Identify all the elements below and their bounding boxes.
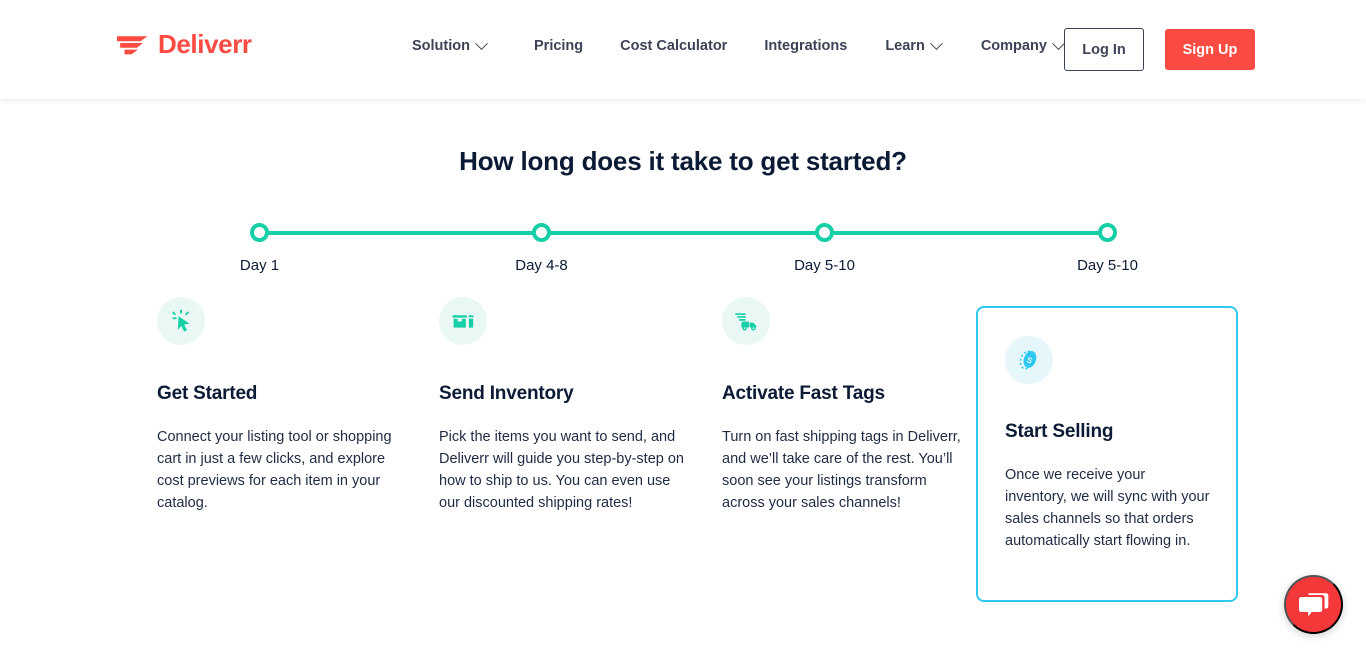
nav-item-company[interactable]: Company (980, 36, 1065, 54)
nav-item-integrations[interactable]: Integrations (764, 38, 847, 54)
timeline-node-2[interactable] (532, 223, 551, 242)
page-title: How long does it take to get started? (459, 146, 907, 176)
nav-label: Solution (412, 38, 470, 54)
timeline-label-3: Day 5-10 (794, 257, 855, 274)
card-title: Get Started (157, 383, 258, 404)
card-text: Once we receive your inventory, we will … (1005, 467, 1210, 549)
nav-label: Company (980, 38, 1047, 54)
coin-dollar-icon: S (1019, 350, 1037, 370)
chat-bubbles-icon (1299, 592, 1329, 617)
icon-badge (439, 297, 487, 345)
card-title: Start Selling (1005, 421, 1114, 442)
card-text: Turn on fast shipping tags in Deliverr, … (722, 429, 961, 511)
timeline-label-2: Day 4-8 (515, 257, 568, 274)
timeline-rail (259, 231, 1108, 235)
nav-label: Pricing (534, 38, 584, 54)
header-actions: Log In Sign Up (1064, 28, 1255, 71)
step-card-activate-fast-tags: Activate Fast Tags Turn on fast shipping… (722, 297, 984, 514)
chevron-down-icon (929, 36, 943, 50)
sign-up-button[interactable]: Sign Up (1165, 29, 1255, 70)
icon-badge: S (1005, 336, 1053, 384)
fast-delivery-truck-icon (735, 313, 757, 331)
nav-item-learn[interactable]: Learn (885, 36, 943, 54)
timeline-node-1[interactable] (250, 223, 269, 242)
timeline-node-3[interactable] (815, 223, 834, 242)
card-title: Send Inventory (439, 383, 574, 404)
nav-label: Learn (885, 38, 925, 54)
nav-label: Cost Calculator (620, 38, 728, 54)
step-card-send-inventory: Send Inventory Pick the items you want t… (439, 297, 701, 514)
card-text: Pick the items you want to send, and Del… (439, 429, 684, 511)
site-header: Deliverr Solution Pricing Cost Calculato… (0, 0, 1366, 99)
chevron-down-icon (1052, 36, 1065, 50)
nav-label: Integrations (764, 38, 848, 54)
card-text: Connect your listing tool or shopping ca… (157, 429, 392, 511)
timeline-node-4[interactable] (1098, 223, 1117, 242)
icon-badge (722, 297, 770, 345)
nav-item-pricing[interactable]: Pricing (534, 38, 583, 54)
main-navigation: Solution Pricing Cost Calculator Integra… (412, 36, 1065, 54)
step-card-start-selling[interactable]: S Start Selling Once we receive your inv… (976, 306, 1238, 602)
step-card-get-started: Get Started Connect your listing tool or… (157, 297, 419, 514)
brand-logo[interactable]: Deliverr (116, 31, 252, 57)
deliverr-wing-logo-icon (117, 36, 148, 55)
page-body: How long does it take to get started? Da… (0, 99, 1366, 657)
timeline-label-1: Day 1 (239, 257, 280, 274)
click-cursor-icon (172, 309, 190, 332)
chevron-down-icon (475, 36, 488, 50)
timeline (250, 223, 1117, 243)
brand-name: Deliverr (158, 29, 252, 59)
timeline-labels: Day 1 Day 4-8 Day 5-10 Day 5-10 (240, 257, 1138, 279)
icon-badge (157, 297, 205, 345)
card-title: Activate Fast Tags (722, 383, 885, 404)
log-in-button[interactable]: Log In (1064, 28, 1144, 71)
nav-item-cost-calculator[interactable]: Cost Calculator (620, 38, 727, 54)
step-cards: Get Started Connect your listing tool or… (0, 297, 1366, 617)
chat-widget-button[interactable] (1284, 575, 1343, 634)
open-box-icon (452, 315, 474, 328)
nav-item-solution[interactable]: Solution (412, 36, 488, 54)
timeline-label-4: Day 5-10 (1077, 257, 1138, 274)
